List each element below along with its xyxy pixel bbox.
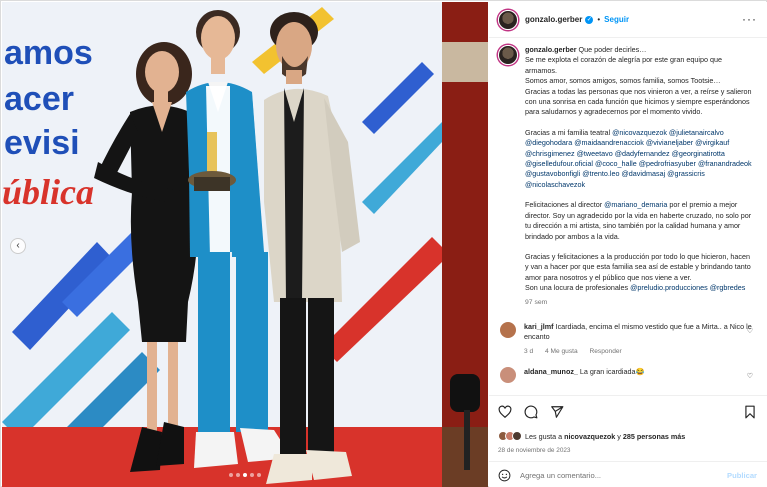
commenter-avatar[interactable]	[500, 321, 516, 338]
mention-link[interactable]: @coco_halle	[595, 159, 637, 168]
mention-link[interactable]: @giselledufour.oficial	[525, 159, 593, 168]
publish-button[interactable]: Publicar	[727, 471, 757, 480]
mention-link[interactable]: @davidmasaj	[622, 169, 666, 178]
commenter-username[interactable]: kari_jlmf	[524, 322, 554, 331]
likes-count[interactable]: 285 personas más	[623, 432, 685, 441]
likes-username[interactable]: nicovazquezok	[564, 432, 615, 441]
comment-input[interactable]	[520, 470, 710, 480]
carousel-dot[interactable]	[236, 473, 240, 477]
more-options-icon[interactable]: ···	[742, 12, 757, 26]
liker-avatar	[512, 431, 522, 441]
likes-summary[interactable]: Les gusta a nicovazquezok y 285 personas…	[498, 431, 685, 441]
comment-item: aldana_munoz_ La gran icardiada😂 ♡	[498, 366, 753, 383]
mention-link[interactable]: @gustavobonfigli	[525, 169, 580, 178]
caption-author-avatar[interactable]	[498, 45, 518, 65]
author-avatar[interactable]	[498, 9, 518, 30]
caption-text: gonzalo.gerber Que poder decirles… Se me…	[525, 45, 753, 308]
caption-line-2: Se me explota el corazón de alegría por …	[525, 55, 722, 75]
mention-link[interactable]: @nicolaschavezok	[525, 180, 585, 189]
mention-link[interactable]: @maidaandrenacciok	[574, 138, 644, 147]
backdrop-word-1: amos	[4, 34, 93, 72]
comment-time: 3 d	[524, 347, 534, 355]
carousel-dots	[2, 473, 488, 477]
comment-text: Icardiada, encima el mismo vestido que f…	[524, 321, 752, 341]
save-bookmark-icon[interactable]	[743, 405, 757, 419]
caption-pros-paragraph: Son una locura de profesionales @preludi…	[525, 283, 753, 293]
carousel-dot[interactable]	[250, 473, 254, 477]
mention-link[interactable]: @tweetavo	[577, 149, 613, 158]
backdrop-word-3: evisi	[4, 124, 80, 162]
mention-link[interactable]: @nicovazquezok	[612, 128, 667, 137]
carousel-dot[interactable]	[229, 473, 233, 477]
carousel-dot[interactable]	[257, 473, 261, 477]
comment-text: La gran icardiada😂	[579, 366, 645, 376]
caption-line-1: Que poder decirles…	[578, 45, 647, 54]
post-photo[interactable]: amos acer evisi ública ‹	[2, 2, 488, 487]
caption-line-4: Gracias a todas las personas que nos vin…	[525, 86, 752, 117]
likes-connector: y	[617, 431, 621, 441]
carousel-dot[interactable]	[243, 473, 247, 477]
post-details-panel: gonzalo.gerber ✓ • Seguir ··· gonzalo.ge…	[489, 2, 767, 487]
previous-photo-button[interactable]: ‹	[10, 238, 26, 254]
caption-family-intro: Gracias a mi familia teatral	[525, 127, 611, 137]
backdrop-word-4: ública	[2, 172, 94, 212]
caption-time: 97 sem	[525, 298, 548, 306]
comment-like-heart-icon[interactable]: ♡	[747, 372, 753, 380]
mention-link[interactable]: @grassicris	[667, 169, 705, 178]
reply-button[interactable]: Responder	[589, 348, 621, 355]
award-photo-illustration: amos acer evisi ública	[2, 2, 488, 487]
mention-link[interactable]: @julietanaircalvo	[669, 128, 724, 137]
caption: gonzalo.gerber Que poder decirles… Se me…	[498, 45, 753, 308]
mention-link[interactable]: @diegohodara	[525, 138, 572, 147]
caption-line-3: Somos amor, somos amigos, somos familia,…	[525, 76, 721, 86]
mention-link[interactable]: @dadyfernandez	[615, 149, 670, 158]
backdrop-word-2: acer	[4, 80, 74, 118]
caption-author-username[interactable]: gonzalo.gerber	[525, 45, 577, 54]
post-header: gonzalo.gerber ✓ • Seguir ···	[489, 2, 767, 38]
emoji-icon[interactable]	[498, 469, 511, 482]
mention-link[interactable]: @chrisgimenez	[525, 149, 575, 158]
follow-button[interactable]: Seguir	[604, 15, 629, 24]
mention-link[interactable]: @vivianeljaber	[646, 138, 693, 147]
comment-likes[interactable]: 4 Me gusta	[545, 348, 578, 355]
mention-link[interactable]: @trento.leo	[582, 169, 619, 178]
verified-badge-icon: ✓	[585, 15, 594, 24]
caption-director-paragraph: Felicitaciones al director @mariano_dema…	[525, 200, 753, 242]
caption-pros-pre: Son una locura de profesionales	[525, 283, 629, 293]
comment-bubble-icon[interactable]	[524, 405, 538, 419]
caption-director-pre: Felicitaciones al director	[525, 200, 603, 210]
like-heart-icon[interactable]	[498, 405, 512, 419]
commenter-username[interactable]: aldana_munoz_	[524, 367, 578, 376]
commenter-avatar[interactable]	[500, 366, 516, 383]
comment-like-heart-icon[interactable]: ♡	[747, 327, 753, 335]
post-actions: Les gusta a nicovazquezok y 285 personas…	[489, 395, 767, 487]
mention-link[interactable]: @virgikauf	[695, 138, 729, 147]
mention-link[interactable]: @franandradeok	[698, 159, 752, 168]
caption-production-paragraph: Gracias y felicitaciones a la producción…	[525, 251, 751, 282]
add-comment-bar: Publicar	[489, 461, 767, 487]
author-username[interactable]: gonzalo.gerber	[525, 15, 582, 24]
likes-prefix: Les gusta a	[525, 431, 563, 441]
caption-family-paragraph: Gracias a mi familia teatral @nicovazque…	[525, 128, 753, 190]
mention-link[interactable]: @preludio.producciones	[630, 283, 708, 292]
mention-link[interactable]: @rgbredes	[710, 283, 746, 292]
instagram-post-modal: amos acer evisi ública ‹ gonzalo.gerber …	[0, 0, 767, 487]
mention-link[interactable]: @mariano_demaria	[604, 200, 667, 209]
mention-link[interactable]: @pedrofriasyuber	[639, 159, 696, 168]
comment-item: kari_jlmf Icardiada, encima el mismo ves…	[498, 321, 753, 357]
comments-scroll-area[interactable]: gonzalo.gerber Que poder decirles… Se me…	[489, 39, 767, 395]
share-paper-plane-icon[interactable]	[550, 405, 564, 419]
header-separator: •	[597, 15, 601, 24]
post-date: 28 de noviembre de 2023	[498, 447, 571, 454]
mention-link[interactable]: @georginatirotta	[672, 149, 725, 158]
